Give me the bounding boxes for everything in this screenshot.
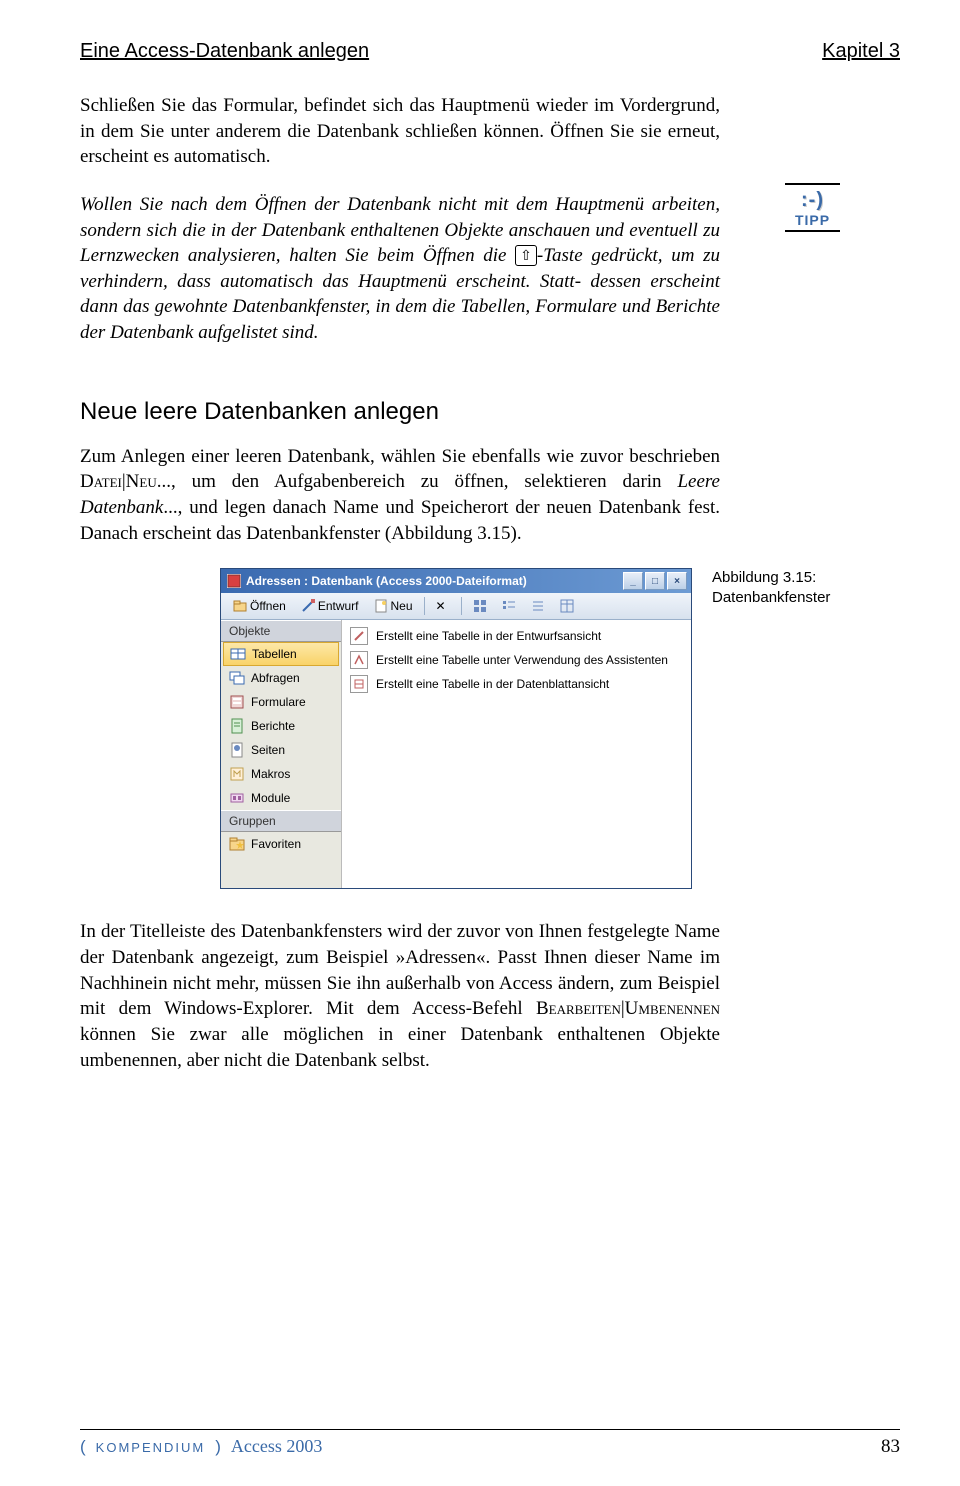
para2-b: ..., um den Aufgabenbereich zu öffnen, s… xyxy=(157,471,678,492)
pages-icon xyxy=(229,742,245,758)
sidebar-label-favorites: Favoriten xyxy=(251,837,301,851)
paren-close-icon: ) xyxy=(215,1437,221,1457)
delete-icon: ✕ xyxy=(436,599,450,613)
figure-number: Abbildung 3.15: xyxy=(712,568,862,588)
sidebar-item-macros[interactable]: Makros xyxy=(221,762,341,786)
open-label: Öffnen xyxy=(250,599,286,613)
sidebar-item-favorites[interactable]: Favoriten xyxy=(221,832,341,856)
paragraph-3: In der Titelleiste des Datenbankfensters… xyxy=(80,919,720,1073)
shift-key-icon: ⇧ xyxy=(515,245,537,266)
menu-datei-neu: Datei|Neu xyxy=(80,471,157,492)
db-content: Erstellt eine Tabelle in der Entwurfsans… xyxy=(342,620,691,888)
new-label: Neu xyxy=(391,599,413,613)
wizard-icon-3 xyxy=(350,675,368,693)
open-button[interactable]: Öffnen xyxy=(227,596,292,616)
sidebar-label-pages: Seiten xyxy=(251,743,285,757)
view-details-button[interactable] xyxy=(554,596,580,616)
subheading-new-db: Neue leere Datenbanken anlegen xyxy=(80,398,900,426)
para2-c: ..., und legen danach Name und Speichero… xyxy=(80,497,720,544)
forms-icon xyxy=(229,694,245,710)
sidebar-item-queries[interactable]: Abfragen xyxy=(221,666,341,690)
page-header: Eine Access-Datenbank anlegen Kapitel 3 xyxy=(80,40,900,63)
design-button[interactable]: Entwurf xyxy=(295,596,365,616)
view-large-button[interactable] xyxy=(467,596,493,616)
large-icons-icon xyxy=(473,599,487,613)
paragraph-2: Zum Anlegen einer leeren Datenbank, wähl… xyxy=(80,444,720,547)
modules-icon xyxy=(229,790,245,806)
db-window: Adressen : Datenbank (Access 2000-Dateif… xyxy=(220,568,692,889)
sidebar-item-forms[interactable]: Formulare xyxy=(221,690,341,714)
new-button[interactable]: Neu xyxy=(368,596,419,616)
sidebar-label-modules: Module xyxy=(251,791,290,805)
maximize-button[interactable]: □ xyxy=(645,572,665,590)
small-icons-icon xyxy=(502,599,516,613)
design-label: Entwurf xyxy=(318,599,359,613)
content-item-wizard[interactable]: Erstellt eine Tabelle unter Verwendung d… xyxy=(348,648,685,672)
page-number: 83 xyxy=(881,1436,900,1458)
footer-product: Access 2003 xyxy=(231,1436,322,1457)
sidebar-item-pages[interactable]: Seiten xyxy=(221,738,341,762)
toolbar-separator-2 xyxy=(461,597,462,615)
tables-icon xyxy=(230,646,246,662)
sidebar-label-queries: Abfragen xyxy=(251,671,300,685)
wizard-icon-2 xyxy=(350,651,368,669)
page-footer: ( KOMPENDIUM ) Access 2003 83 xyxy=(80,1429,900,1458)
wizard-icon-1 xyxy=(350,627,368,645)
paren-open-icon: ( xyxy=(80,1437,86,1457)
view-list-button[interactable] xyxy=(525,596,551,616)
header-section-title: Eine Access-Datenbank anlegen xyxy=(80,40,369,63)
menu-bearbeiten-umbenennen: Bearbeiten|Umbenennen xyxy=(536,998,720,1019)
content-label-2: Erstellt eine Tabelle unter Verwendung d… xyxy=(376,653,668,667)
sidebar-label-tables: Tabellen xyxy=(252,647,297,661)
sidebar-label-forms: Formulare xyxy=(251,695,306,709)
design-icon xyxy=(301,599,315,613)
sidebar-label-reports: Berichte xyxy=(251,719,295,733)
para3-b: können Sie zwar alle möglichen in einer … xyxy=(80,1024,720,1071)
sidebar-group-objects[interactable]: Objekte xyxy=(221,620,341,642)
sidebar-item-reports[interactable]: Berichte xyxy=(221,714,341,738)
macros-icon xyxy=(229,766,245,782)
open-icon xyxy=(233,599,247,613)
db-titlebar[interactable]: Adressen : Datenbank (Access 2000-Dateif… xyxy=(221,569,691,593)
db-toolbar: Öffnen Entwurf Neu ✕ xyxy=(221,593,691,620)
new-icon xyxy=(374,599,388,613)
paragraph-1: Schließen Sie das Formular, befindet sic… xyxy=(80,93,720,170)
list-icon xyxy=(531,599,545,613)
content-item-datasheet[interactable]: Erstellt eine Tabelle in der Datenblatta… xyxy=(348,672,685,696)
delete-button[interactable]: ✕ xyxy=(430,596,456,616)
kompendium-label: KOMPENDIUM xyxy=(96,1440,206,1455)
db-app-icon xyxy=(227,574,241,588)
db-title-text: Adressen : Datenbank (Access 2000-Dateif… xyxy=(246,574,527,588)
content-label-1: Erstellt eine Tabelle in der Entwurfsans… xyxy=(376,629,601,643)
header-chapter: Kapitel 3 xyxy=(822,40,900,63)
content-item-design-view[interactable]: Erstellt eine Tabelle in der Entwurfsans… xyxy=(348,624,685,648)
view-small-button[interactable] xyxy=(496,596,522,616)
para2-a: Zum Anlegen einer leeren Datenbank, wähl… xyxy=(80,446,720,467)
sidebar-group-groups[interactable]: Gruppen xyxy=(221,810,341,832)
sidebar-item-modules[interactable]: Module xyxy=(221,786,341,810)
minimize-button[interactable]: _ xyxy=(623,572,643,590)
sidebar-label-macros: Makros xyxy=(251,767,290,781)
favorites-icon xyxy=(229,836,245,852)
figure-title: Datenbankfenster xyxy=(712,588,862,608)
queries-icon xyxy=(229,670,245,686)
tipp-paragraph: Wollen Sie nach dem Öffnen der Datenbank… xyxy=(80,192,720,346)
tipp-label: TIPP xyxy=(785,212,840,228)
content-label-3: Erstellt eine Tabelle in der Datenblatta… xyxy=(376,677,609,691)
toolbar-separator xyxy=(424,597,425,615)
figure-caption: Abbildung 3.15: Datenbankfenster xyxy=(712,568,862,607)
details-icon xyxy=(560,599,574,613)
db-sidebar: Objekte Tabellen Abfragen Formulare xyxy=(221,620,342,888)
reports-icon xyxy=(229,718,245,734)
sidebar-item-tables[interactable]: Tabellen xyxy=(223,642,339,666)
tipp-badge: :-) TIPP xyxy=(785,183,840,232)
smiley-icon: :-) xyxy=(785,189,840,212)
close-button[interactable]: × xyxy=(667,572,687,590)
